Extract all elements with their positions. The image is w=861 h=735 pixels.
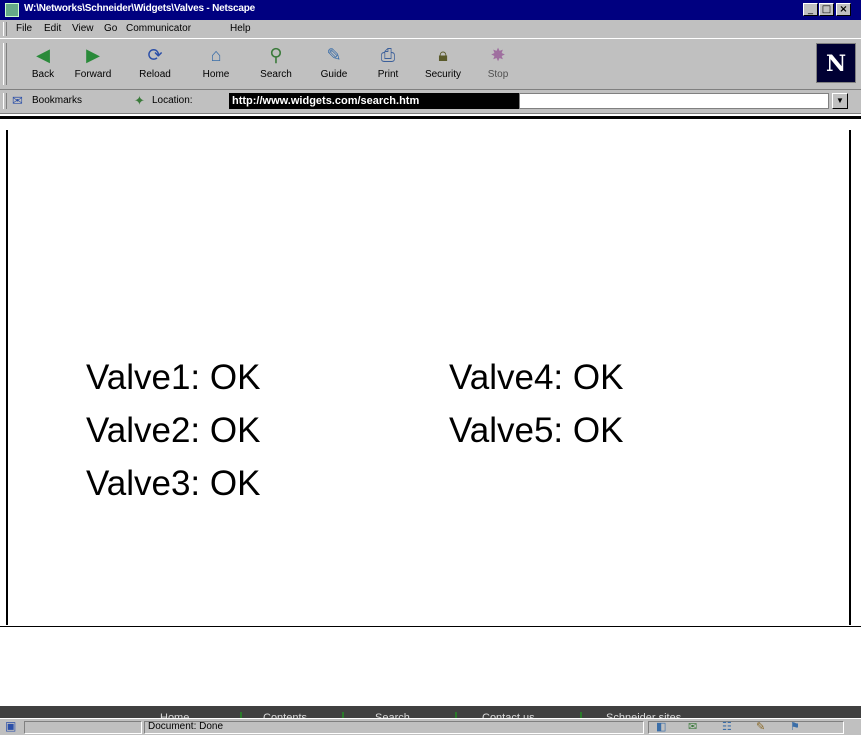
menu-item-go[interactable]: Go: [104, 23, 117, 34]
valve-status-1: Valve1: OK: [86, 358, 261, 397]
location-toolbar: ✉ Bookmarks ✦ Location: http://www.widge…: [0, 90, 861, 114]
search-label: Search: [260, 69, 292, 80]
title-bar: W:\Networks\Schneider\Widgets\Valves - N…: [0, 0, 861, 20]
close-button[interactable]: ×: [836, 3, 851, 16]
app-icon: [5, 3, 19, 17]
security-label: Security: [424, 69, 462, 80]
component-bar: [648, 721, 844, 734]
security-button[interactable]: 🔒︎ Security: [412, 43, 474, 87]
search-icon: ⚲: [269, 45, 283, 65]
menu-item-edit[interactable]: Edit: [44, 23, 61, 34]
content-right-border: [849, 130, 851, 625]
menu-item-help[interactable]: Help: [230, 23, 251, 34]
status-bar: ▣ Document: Done ◧ ✉ ☷ ✎ ⚑: [0, 718, 861, 735]
content-left-border: [6, 130, 8, 625]
menu-bar: File Edit View Go Communicator Help: [0, 20, 861, 38]
print-label: Print: [377, 69, 399, 80]
home-label: Home: [202, 69, 230, 80]
forward-label: Forward: [74, 69, 112, 80]
newsgroups-icon[interactable]: ☷: [722, 720, 732, 733]
security-icon: 🔒︎: [438, 45, 448, 65]
url-input-remainder[interactable]: [519, 93, 829, 109]
location-icon: ✦: [134, 93, 145, 108]
menu-item-file[interactable]: File: [16, 23, 32, 34]
url-input[interactable]: http://www.widgets.com/search.htm: [229, 93, 519, 109]
netscape-logo[interactable]: N: [816, 43, 856, 83]
valve-status-3: Valve3: OK: [86, 464, 261, 503]
valve-status-5: Valve5: OK: [449, 411, 624, 450]
search-button[interactable]: ⚲ Search: [245, 43, 307, 87]
valve-status-2: Valve2: OK: [86, 411, 261, 450]
status-text: Document: Done: [148, 721, 224, 732]
composer-icon[interactable]: ✎: [756, 720, 765, 733]
home-icon: ⌂: [210, 45, 222, 65]
toolbar-grip: [3, 43, 7, 85]
navigator-icon[interactable]: ◧: [656, 720, 666, 733]
minimize-button[interactable]: _: [803, 3, 818, 16]
forward-button[interactable]: ▶ Forward: [62, 43, 124, 87]
home-button[interactable]: ⌂ Home: [185, 43, 247, 87]
valve-status-4: Valve4: OK: [449, 358, 624, 397]
back-arrow-icon: ◀: [36, 45, 50, 65]
connection-icon: ▣: [5, 719, 17, 733]
window-title: W:\Networks\Schneider\Widgets\Valves - N…: [24, 3, 255, 14]
mail-icon[interactable]: ✉: [688, 720, 697, 733]
url-dropdown-button[interactable]: ▼: [832, 93, 848, 109]
maximize-button[interactable]: □: [819, 3, 834, 16]
guide-label: Guide: [320, 69, 348, 80]
stop-button[interactable]: ✸ Stop: [467, 43, 529, 87]
stop-label: Stop: [487, 69, 509, 80]
guide-icon: ✎: [326, 45, 342, 65]
location-grip: [3, 93, 7, 109]
menu-grip: [3, 22, 7, 36]
reload-icon: ⟳: [147, 45, 163, 65]
address-book-icon[interactable]: ⚑: [790, 720, 800, 733]
menu-item-view[interactable]: View: [72, 23, 94, 34]
reload-button[interactable]: ⟳ Reload: [124, 43, 186, 87]
print-button[interactable]: ⎙ Print: [357, 43, 419, 87]
frame-divider: [0, 626, 861, 627]
bookmarks-icon: ✉: [12, 93, 23, 108]
forward-arrow-icon: ▶: [86, 45, 100, 65]
location-label: Location:: [152, 95, 193, 106]
stop-icon: ✸: [490, 45, 506, 65]
guide-button[interactable]: ✎ Guide: [303, 43, 365, 87]
progress-segment: [24, 721, 142, 734]
reload-label: Reload: [139, 69, 171, 80]
print-icon: ⎙: [380, 45, 396, 65]
menu-item-communicator[interactable]: Communicator: [126, 23, 191, 34]
navigation-toolbar: ◀ Back ▶ Forward ⟳ Reload ⌂ Home ⚲ Searc…: [0, 38, 861, 90]
bookmarks-button[interactable]: Bookmarks: [32, 95, 82, 106]
